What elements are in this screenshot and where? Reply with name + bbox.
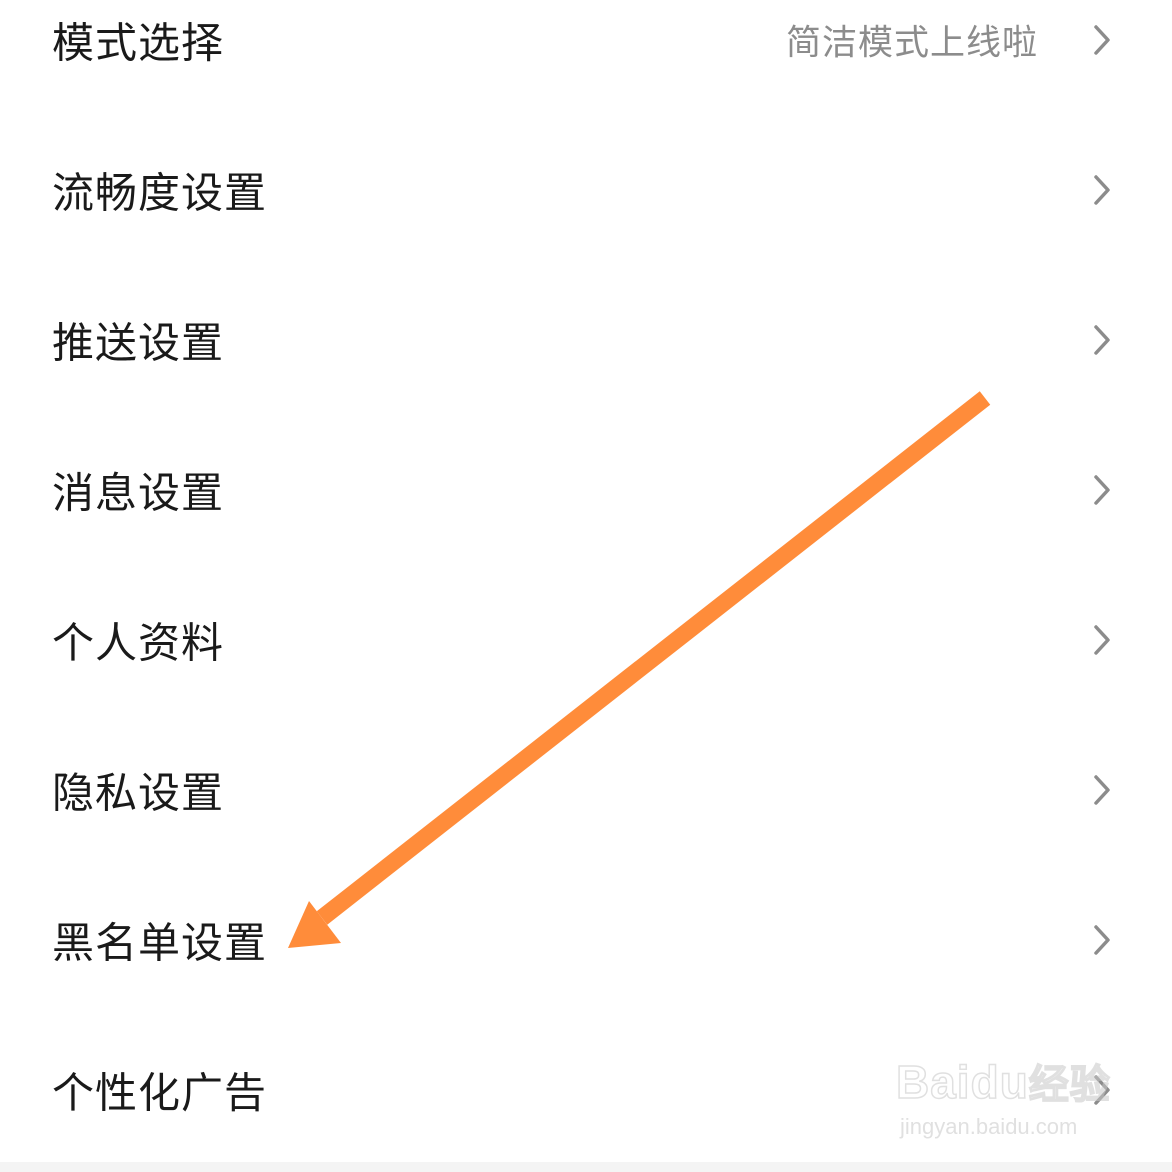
settings-item-label: 消息设置: [52, 468, 225, 518]
chevron-right-icon: [1086, 772, 1116, 808]
settings-item-label: 隐私设置: [52, 768, 225, 818]
watermark-logo-suffix: 经验: [1028, 1062, 1111, 1108]
settings-item-label: 推送设置: [52, 318, 225, 368]
settings-item-profile[interactable]: 个人资料: [0, 565, 1172, 715]
settings-item-label: 模式选择: [52, 18, 225, 68]
watermark-url: jingyan.baidu.com: [900, 1114, 1078, 1139]
chevron-right-icon: [1086, 922, 1116, 958]
settings-item-label: 黑名单设置: [52, 918, 268, 968]
settings-item-label: 流畅度设置: [52, 168, 268, 218]
settings-item-push[interactable]: 推送设置: [0, 265, 1172, 415]
bottom-divider: [0, 1162, 1172, 1172]
settings-item-value: 简洁模式上线啦: [785, 23, 1038, 64]
settings-item-mode-select[interactable]: 模式选择 简洁模式上线啦: [0, 0, 1172, 115]
watermark-logo-text: Bai: [895, 1055, 971, 1109]
chevron-right-icon: [1086, 322, 1116, 358]
settings-item-label: 个人资料: [52, 618, 225, 668]
chevron-right-icon: [1086, 472, 1116, 508]
settings-item-label: 个性化广告: [52, 1068, 268, 1118]
chevron-right-icon: [1086, 622, 1116, 658]
baidu-jingyan-watermark: Baidu经验 jingyan.baidu.com: [895, 1042, 1116, 1148]
settings-item-messages[interactable]: 消息设置: [0, 415, 1172, 565]
chevron-right-icon: [1086, 22, 1116, 58]
chevron-right-icon: [1086, 172, 1116, 208]
settings-item-blacklist[interactable]: 黑名单设置: [0, 865, 1172, 1015]
watermark-logo: Baidu经验: [895, 1052, 1111, 1110]
settings-item-smoothness[interactable]: 流畅度设置: [0, 115, 1172, 265]
settings-item-privacy[interactable]: 隐私设置: [0, 715, 1172, 865]
watermark-paw-text: du: [970, 1055, 1029, 1109]
